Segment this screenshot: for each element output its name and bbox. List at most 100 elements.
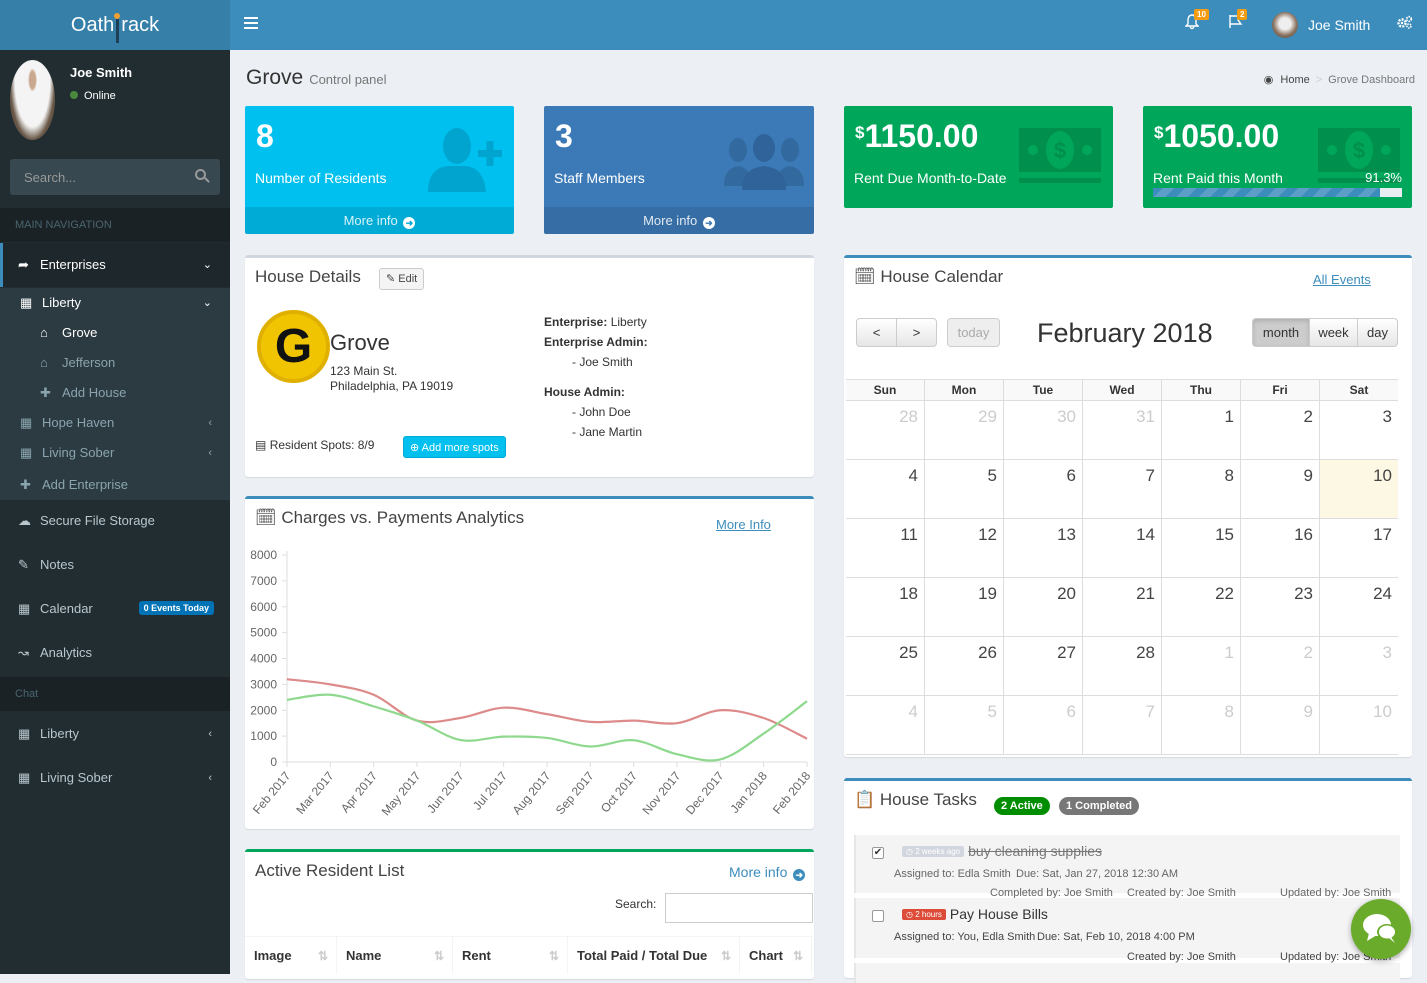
sidebar-item-chat-living-sober[interactable]: ▦ Living Sober ‹ bbox=[0, 756, 230, 800]
view-month-button[interactable]: month bbox=[1252, 318, 1310, 347]
calendar-day[interactable]: 28 bbox=[1082, 637, 1161, 695]
column-header[interactable]: Total Paid / Total Due ⇅ bbox=[568, 937, 740, 974]
resident-search-input[interactable] bbox=[665, 893, 813, 923]
settings-gears-icon[interactable] bbox=[1397, 15, 1413, 33]
logo-text-left: Oath bbox=[70, 14, 115, 36]
sidebar-item-add-house[interactable]: ✚ Add House bbox=[0, 378, 230, 408]
search-icon[interactable] bbox=[195, 169, 206, 180]
chat-fab-button[interactable] bbox=[1351, 899, 1411, 959]
calendar-day[interactable]: 23 bbox=[1240, 578, 1319, 636]
calendar-day[interactable]: 24 bbox=[1319, 578, 1398, 636]
sidebar-item-grove[interactable]: ⌂ Grove bbox=[0, 318, 230, 348]
calendar-day[interactable]: 28 bbox=[846, 401, 924, 459]
analytics-more-info-link[interactable]: More Info bbox=[716, 517, 771, 532]
sidebar-item-hope-haven[interactable]: ▦ Hope Haven ‹ bbox=[0, 408, 230, 438]
calendar-day[interactable]: 5 bbox=[924, 460, 1003, 518]
calendar-day[interactable]: 1 bbox=[1161, 401, 1240, 459]
calendar-day[interactable]: 29 bbox=[924, 401, 1003, 459]
plus-circle-icon: ⊕ bbox=[410, 442, 420, 454]
active-tasks-badge[interactable]: 2 Active bbox=[994, 797, 1050, 815]
calendar-day[interactable]: 12 bbox=[924, 519, 1003, 577]
column-header[interactable]: Image ⇅ bbox=[245, 937, 337, 974]
calendar-day[interactable]: 4 bbox=[846, 460, 924, 518]
calendar-day[interactable]: 11 bbox=[846, 519, 924, 577]
add-spots-label: Add more spots bbox=[421, 442, 499, 454]
add-more-spots-button[interactable]: ⊕ Add more spots bbox=[403, 436, 506, 458]
calendar-day[interactable]: 21 bbox=[1082, 578, 1161, 636]
notifications-button[interactable]: 10 bbox=[1184, 9, 1209, 35]
calendar-day[interactable]: 27 bbox=[1003, 637, 1082, 695]
sidebar-item-add-enterprise[interactable]: ✚ Add Enterprise bbox=[0, 470, 230, 500]
flags-button[interactable]: 2 bbox=[1228, 9, 1248, 34]
calendar-day[interactable]: 10 bbox=[1319, 696, 1398, 754]
calendar-day[interactable]: 5 bbox=[924, 696, 1003, 754]
calendar-day[interactable]: 2 bbox=[1240, 401, 1319, 459]
calendar-day-today[interactable]: 10 bbox=[1319, 460, 1398, 518]
residents-more-info-link[interactable]: More info ➜ bbox=[245, 207, 514, 234]
sidebar-item-notes[interactable]: ✎ Notes bbox=[0, 543, 230, 587]
calendar-month-title: February 2018 bbox=[1037, 318, 1213, 348]
sidebar-item-chat-liberty[interactable]: ▦ Liberty ‹ bbox=[0, 712, 230, 756]
calendar-day[interactable]: 2 bbox=[1240, 637, 1319, 695]
calendar-day[interactable]: 8 bbox=[1161, 460, 1240, 518]
calendar-day[interactable]: 22 bbox=[1161, 578, 1240, 636]
calendar-day[interactable]: 3 bbox=[1319, 401, 1398, 459]
column-header[interactable]: Chart ⇅ bbox=[740, 937, 812, 974]
calendar-day[interactable]: 7 bbox=[1082, 460, 1161, 518]
calendar-day[interactable]: 16 bbox=[1240, 519, 1319, 577]
app-logo[interactable]: Oath rack bbox=[0, 0, 230, 50]
sidebar-item-secure-file-storage[interactable]: ☁ Secure File Storage bbox=[0, 499, 230, 543]
calendar-day[interactable]: 26 bbox=[924, 637, 1003, 695]
calendar-day[interactable]: 6 bbox=[1003, 696, 1082, 754]
view-week-button[interactable]: week bbox=[1309, 318, 1358, 347]
task-checkbox[interactable]: ✔ bbox=[872, 847, 884, 859]
calendar-next-button[interactable]: > bbox=[896, 318, 937, 347]
column-header[interactable]: Rent ⇅ bbox=[453, 937, 568, 974]
calendar-day[interactable]: 17 bbox=[1319, 519, 1398, 577]
sidebar-search-input[interactable]: Search... bbox=[10, 159, 220, 195]
calendar-day[interactable]: 20 bbox=[1003, 578, 1082, 636]
view-day-button[interactable]: day bbox=[1357, 318, 1398, 347]
calendar-day[interactable]: 3 bbox=[1319, 637, 1398, 695]
calendar-prev-button[interactable]: < bbox=[856, 318, 897, 347]
calendar-day[interactable]: 30 bbox=[1003, 401, 1082, 459]
calendar-day[interactable]: 14 bbox=[1082, 519, 1161, 577]
calendar-day[interactable]: 8 bbox=[1161, 696, 1240, 754]
resident-list-more-info-link[interactable]: More info ➜ bbox=[729, 864, 806, 881]
sidebar-item-jefferson[interactable]: ⌂ Jefferson bbox=[0, 348, 230, 378]
edit-button[interactable]: ✎ Edit bbox=[379, 268, 425, 290]
sidebar-item-calendar[interactable]: ▦ Calendar 0 Events Today bbox=[0, 587, 230, 631]
calendar-day[interactable]: 4 bbox=[846, 696, 924, 754]
task-title: ◷ 2 hours Pay House Bills bbox=[902, 906, 1048, 922]
breadcrumb-home-link[interactable]: Home bbox=[1280, 74, 1309, 86]
sidebar-item-enterprises[interactable]: ➦ Enterprises ⌄ bbox=[0, 243, 230, 287]
calendar-day[interactable]: 31 bbox=[1082, 401, 1161, 459]
home-icon: ⌂ bbox=[40, 325, 48, 340]
calendar-day[interactable]: 19 bbox=[924, 578, 1003, 636]
calendar-day[interactable]: 13 bbox=[1003, 519, 1082, 577]
sidebar-item-liberty[interactable]: ▦ Liberty ⌄ bbox=[0, 288, 230, 318]
sidebar-item-label: Enterprises bbox=[40, 257, 106, 272]
sidebar-user-name: Joe Smith bbox=[70, 65, 133, 80]
arrow-circle-right-icon: ➜ bbox=[403, 217, 416, 229]
task-checkbox[interactable] bbox=[872, 910, 884, 922]
sidebar-item-analytics[interactable]: ↝ Analytics bbox=[0, 631, 230, 675]
user-menu[interactable]: Joe Smith bbox=[1272, 12, 1370, 38]
calendar-day[interactable]: 9 bbox=[1240, 460, 1319, 518]
calendar-day[interactable]: 25 bbox=[846, 637, 924, 695]
x-tick-label: Sep 2017 bbox=[553, 769, 597, 818]
calendar-day[interactable]: 15 bbox=[1161, 519, 1240, 577]
staff-more-info-link[interactable]: More info ➜ bbox=[544, 207, 814, 234]
all-events-link[interactable]: All Events bbox=[1313, 272, 1371, 287]
calendar-day[interactable]: 6 bbox=[1003, 460, 1082, 518]
calendar-day[interactable]: 9 bbox=[1240, 696, 1319, 754]
calendar-day[interactable]: 7 bbox=[1082, 696, 1161, 754]
calendar-today-button[interactable]: today bbox=[947, 318, 1000, 347]
completed-tasks-badge[interactable]: 1 Completed bbox=[1059, 797, 1140, 815]
column-header[interactable]: Name ⇅ bbox=[337, 937, 453, 974]
notifications-badge: 10 bbox=[1194, 9, 1209, 20]
calendar-day[interactable]: 18 bbox=[846, 578, 924, 636]
sidebar-item-living-sober[interactable]: ▦ Living Sober ‹ bbox=[0, 438, 230, 468]
sidebar-toggle-icon[interactable] bbox=[244, 17, 258, 31]
calendar-day[interactable]: 1 bbox=[1161, 637, 1240, 695]
